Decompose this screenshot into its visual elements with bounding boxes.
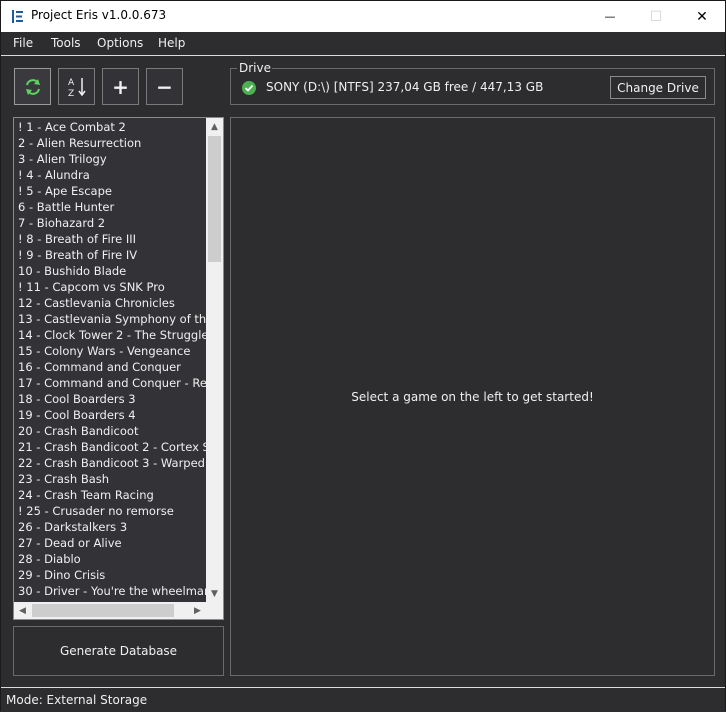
game-details-panel: Select a game on the left to get started… [230,117,715,676]
game-list-items: ! 1 - Ace Combat 22 - Alien Resurrection… [18,119,206,599]
list-item[interactable]: ! 1 - Ace Combat 2 [18,119,206,135]
horizontal-scrollbar[interactable]: ◀ ▶ [14,602,206,619]
menu-help[interactable]: Help [158,36,185,50]
list-item[interactable]: 28 - Diablo [18,551,206,567]
list-item[interactable]: 19 - Cool Boarders 4 [18,407,206,423]
list-item[interactable]: 20 - Crash Bandicoot [18,423,206,439]
horizontal-scroll-thumb[interactable] [32,604,174,617]
list-item[interactable]: 10 - Bushido Blade [18,263,206,279]
list-item[interactable]: 13 - Castlevania Symphony of the Night [18,311,206,327]
sort-button[interactable]: A Z [58,68,95,105]
status-bar: Mode: External Storage [1,687,725,712]
generate-database-button[interactable]: Generate Database [13,626,224,676]
scroll-down-icon[interactable]: ▼ [206,585,223,602]
drive-legend: Drive [238,61,272,75]
sort-icon: A Z [68,77,86,98]
list-item[interactable]: ! 4 - Alundra [18,167,206,183]
scroll-corner [206,602,223,619]
vertical-scrollbar[interactable]: ▲ ▼ [206,118,223,602]
list-item[interactable]: 16 - Command and Conquer [18,359,206,375]
list-item[interactable]: ! 5 - Ape Escape [18,183,206,199]
game-list[interactable]: ! 1 - Ace Combat 22 - Alien Resurrection… [13,117,224,620]
app-logo-icon [12,10,23,23]
refresh-icon [25,78,40,95]
drive-ok-icon [242,81,256,95]
app-window: Project Eris v1.0.0.673 — ☐ ✕ File Tools… [0,0,726,712]
list-item[interactable]: 27 - Dead or Alive [18,535,206,551]
window-title: Project Eris v1.0.0.673 [31,8,167,22]
svg-text:A: A [68,78,75,88]
minimize-icon: — [604,10,616,23]
add-game-button[interactable]: + [102,68,139,105]
list-item[interactable]: 3 - Alien Trilogy [18,151,206,167]
minus-icon: − [156,74,173,99]
list-item[interactable]: 18 - Cool Boarders 3 [18,391,206,407]
list-item[interactable]: 21 - Crash Bandicoot 2 - Cortex Strikes [18,439,206,455]
drive-info: SONY (D:\) [NTFS] 237,04 GB free / 447,1… [266,80,544,94]
close-icon: ✕ [696,8,708,25]
refresh-button[interactable] [14,68,51,105]
list-item[interactable]: ! 9 - Breath of Fire IV [18,247,206,263]
status-mode: Mode: External Storage [6,693,148,707]
menu-options[interactable]: Options [97,36,143,50]
list-item[interactable]: 7 - Biohazard 2 [18,215,206,231]
change-drive-button[interactable]: Change Drive [610,76,706,99]
title-bar[interactable]: Project Eris v1.0.0.673 — ☐ ✕ [1,1,725,32]
list-item[interactable]: 12 - Castlevania Chronicles [18,295,206,311]
list-item[interactable]: 6 - Battle Hunter [18,199,206,215]
list-item[interactable]: 15 - Colony Wars - Vengeance [18,343,206,359]
menu-file[interactable]: File [13,36,33,50]
menu-tools[interactable]: Tools [51,36,81,50]
list-item[interactable]: ! 25 - Crusader no remorse [18,503,206,519]
menu-bar: File Tools Options Help [1,32,725,56]
list-item[interactable]: 23 - Crash Bash [18,471,206,487]
list-item[interactable]: ! 8 - Breath of Fire III [18,231,206,247]
minimize-button[interactable]: — [587,1,633,32]
empty-state-message: Select a game on the left to get started… [351,390,594,404]
scroll-up-icon[interactable]: ▲ [206,118,223,135]
list-item[interactable]: 14 - Clock Tower 2 - The Struggle Within [18,327,206,343]
list-item[interactable]: 26 - Darkstalkers 3 [18,519,206,535]
scroll-right-icon[interactable]: ▶ [189,602,206,619]
list-item[interactable]: 30 - Driver - You're the wheelman [18,583,206,599]
maximize-button[interactable]: ☐ [633,1,679,32]
list-item[interactable]: 24 - Crash Team Racing [18,487,206,503]
list-item[interactable]: 2 - Alien Resurrection [18,135,206,151]
list-item[interactable]: 22 - Crash Bandicoot 3 - Warped [18,455,206,471]
list-item[interactable]: 29 - Dino Crisis [18,567,206,583]
maximize-icon: ☐ [649,8,663,25]
close-button[interactable]: ✕ [679,1,725,32]
list-item[interactable]: ! 11 - Capcom vs SNK Pro [18,279,206,295]
list-item[interactable]: 17 - Command and Conquer - Red Alert [18,375,206,391]
scroll-left-icon[interactable]: ◀ [14,602,31,619]
remove-game-button[interactable]: − [146,68,183,105]
plus-icon: + [112,74,129,99]
vertical-scroll-thumb[interactable] [208,136,221,262]
svg-text:Z: Z [68,89,74,98]
